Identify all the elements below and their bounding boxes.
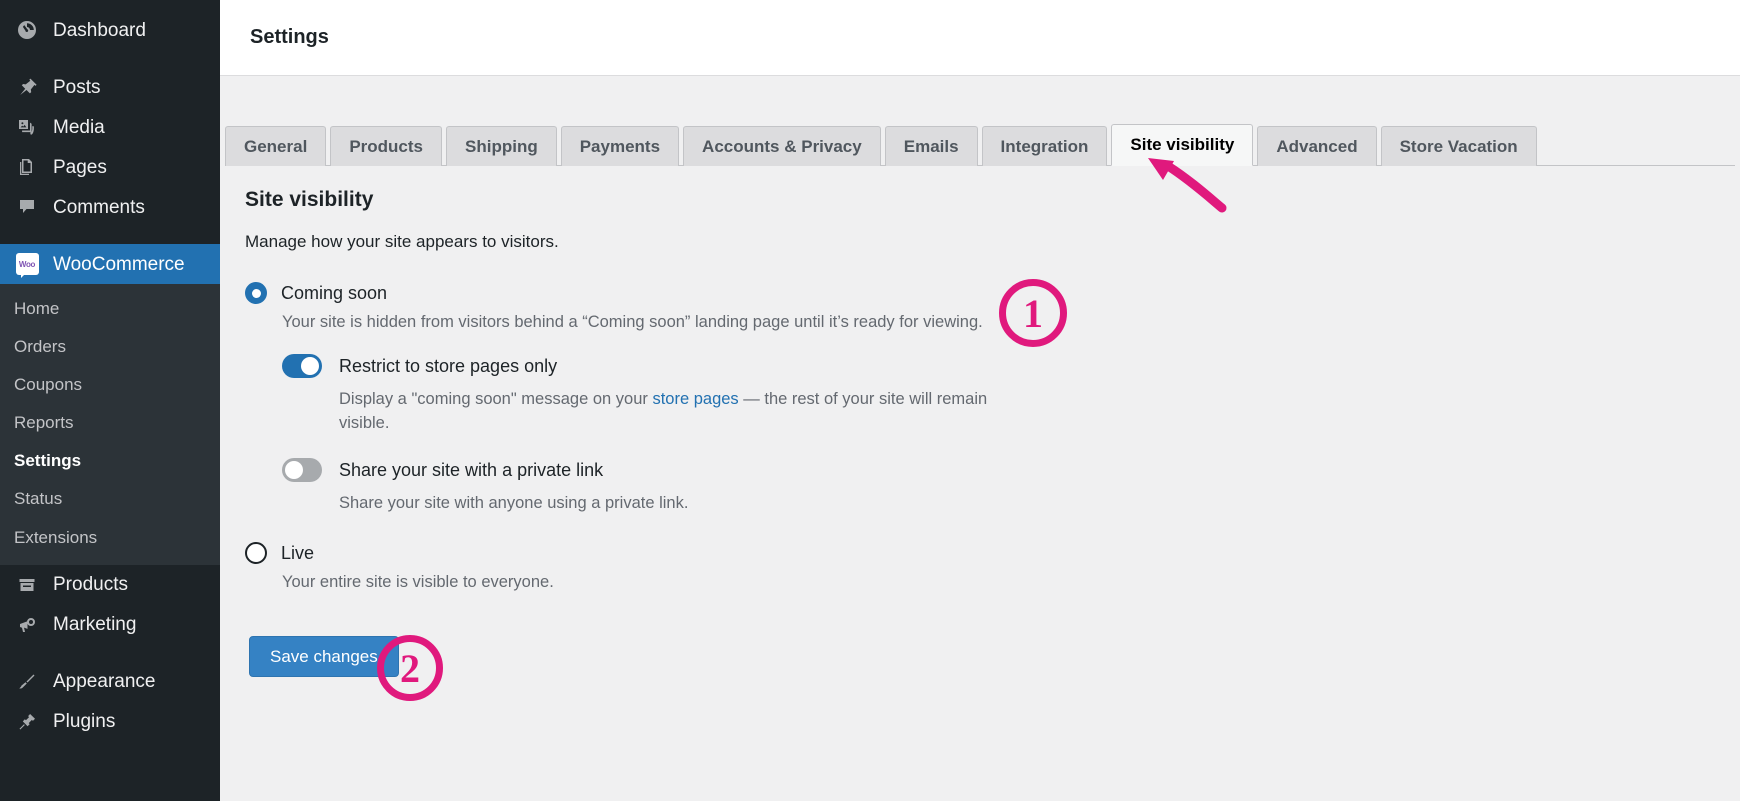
- site-visibility-form: Site visibility Manage how your site app…: [225, 188, 1735, 677]
- radio-row-live[interactable]: Live: [245, 541, 1735, 564]
- sidebar-top-menu: Dashboard Posts Media Pages Comments Woo…: [0, 0, 228, 284]
- submenu-item-orders[interactable]: Orders: [0, 328, 220, 366]
- option-coming-soon: Coming soon Your site is hidden from vis…: [225, 282, 1735, 516]
- sidebar-item-label: Appearance: [53, 671, 156, 693]
- submenu-item-extensions[interactable]: Extensions: [0, 519, 220, 557]
- submenu-item-status[interactable]: Status: [0, 480, 220, 518]
- section-title: Site visibility: [245, 188, 374, 211]
- toggle-restrict-store-pages[interactable]: [282, 354, 322, 378]
- tab-advanced[interactable]: Advanced: [1257, 126, 1377, 166]
- sidebar-item-comments[interactable]: Comments: [0, 187, 220, 227]
- pin-icon: [14, 76, 40, 98]
- tab-emails[interactable]: Emails: [884, 126, 978, 166]
- sidebar-item-label: Products: [53, 574, 128, 596]
- sidebar-item-label: Posts: [53, 76, 101, 98]
- help-live: Your entire site is visible to everyone.: [282, 572, 554, 591]
- admin-screen: Dashboard Posts Media Pages Comments Woo…: [0, 0, 1740, 801]
- sidebar-item-label: Media: [53, 116, 105, 138]
- page-title: Settings: [250, 26, 329, 48]
- sub-option-restrict-store-pages: Restrict to store pages only Display a "…: [282, 354, 1735, 436]
- save-row: Save changes: [249, 635, 1735, 677]
- tab-shipping[interactable]: Shipping: [446, 126, 557, 166]
- woo-icon: Woo: [14, 253, 40, 278]
- megaphone-icon: [14, 614, 40, 636]
- radio-live[interactable]: [245, 541, 267, 564]
- sidebar-item-posts[interactable]: Posts: [0, 67, 220, 107]
- sidebar-item-plugins[interactable]: Plugins: [0, 702, 220, 742]
- annotation-arrow: [1148, 158, 1227, 213]
- tab-store-vacation[interactable]: Store Vacation: [1380, 126, 1537, 166]
- toggle-label-private-link: Share your site with a private link: [339, 459, 604, 480]
- radio-label-coming-soon: Coming soon: [281, 283, 388, 303]
- help-text-before: Display a "coming soon" message on your: [339, 390, 653, 408]
- sidebar-item-pages[interactable]: Pages: [0, 147, 220, 187]
- sidebar-item-dashboard[interactable]: Dashboard: [0, 10, 220, 50]
- pages-icon: [14, 156, 40, 178]
- help-private-link: Share your site with anyone using a priv…: [339, 493, 689, 512]
- products-icon: [14, 574, 40, 596]
- comment-icon: [14, 196, 40, 218]
- submenu-item-settings[interactable]: Settings: [0, 442, 220, 480]
- sidebar-item-label: Dashboard: [53, 19, 146, 41]
- annotation-step-2: 2: [377, 635, 443, 701]
- radio-row-coming-soon[interactable]: Coming soon: [245, 282, 1735, 304]
- sidebar-item-label: Comments: [53, 196, 145, 218]
- toggle-private-link[interactable]: [282, 457, 322, 482]
- woo-badge: Woo: [15, 253, 39, 278]
- dashboard-icon: [14, 19, 40, 41]
- tab-integration[interactable]: Integration: [981, 126, 1108, 166]
- media-icon: [14, 116, 40, 138]
- toggle-label-restrict: Restrict to store pages only: [339, 356, 558, 376]
- radio-coming-soon[interactable]: [245, 282, 267, 304]
- submenu-item-coupons[interactable]: Coupons: [0, 366, 220, 404]
- sidebar-item-label: Pages: [53, 156, 107, 178]
- help-restrict-store-pages: Display a "coming soon" message on your …: [339, 388, 1011, 436]
- submenu-item-reports[interactable]: Reports: [0, 404, 220, 442]
- sidebar-item-label: Marketing: [53, 614, 137, 636]
- sidebar-item-products[interactable]: Products: [0, 565, 220, 605]
- admin-sidebar: Dashboard Posts Media Pages Comments Woo…: [0, 0, 228, 801]
- sidebar-item-woocommerce[interactable]: Woo WooCommerce: [0, 244, 228, 284]
- toggle-row-restrict[interactable]: Restrict to store pages only: [282, 354, 1735, 378]
- sidebar-item-label: WooCommerce: [53, 253, 185, 275]
- tab-products[interactable]: Products: [330, 126, 442, 166]
- option-live: Live Your entire site is visible to ever…: [225, 541, 1735, 592]
- woocommerce-submenu: Home Orders Coupons Reports Settings Sta…: [0, 284, 220, 565]
- tab-accounts-privacy[interactable]: Accounts & Privacy: [683, 126, 881, 166]
- tab-payments[interactable]: Payments: [560, 126, 680, 166]
- brush-icon: [14, 671, 40, 693]
- settings-content: General Products Shipping Payments Accou…: [220, 76, 1740, 801]
- sidebar-item-marketing[interactable]: Marketing: [0, 605, 220, 645]
- annotation-step-1: 1: [999, 279, 1067, 347]
- sidebar-item-label: Plugins: [53, 711, 116, 733]
- sidebar-item-media[interactable]: Media: [0, 107, 220, 147]
- radio-label-live: Live: [281, 542, 315, 563]
- plug-icon: [14, 711, 40, 733]
- tab-general[interactable]: General: [225, 126, 327, 166]
- store-pages-link[interactable]: store pages: [652, 390, 738, 408]
- submenu-item-home[interactable]: Home: [0, 290, 220, 328]
- admin-topbar: Settings: [220, 0, 1740, 76]
- sidebar-bottom-menu: Products Marketing Appearance Plugins: [0, 565, 220, 742]
- settings-tab-nav: General Products Shipping Payments Accou…: [225, 124, 1735, 166]
- toggle-row-private-link[interactable]: Share your site with a private link: [282, 457, 1735, 482]
- sub-option-private-link: Share your site with a private link Shar…: [282, 457, 1735, 516]
- section-description: Manage how your site appears to visitors…: [245, 232, 559, 251]
- sidebar-item-appearance[interactable]: Appearance: [0, 662, 220, 702]
